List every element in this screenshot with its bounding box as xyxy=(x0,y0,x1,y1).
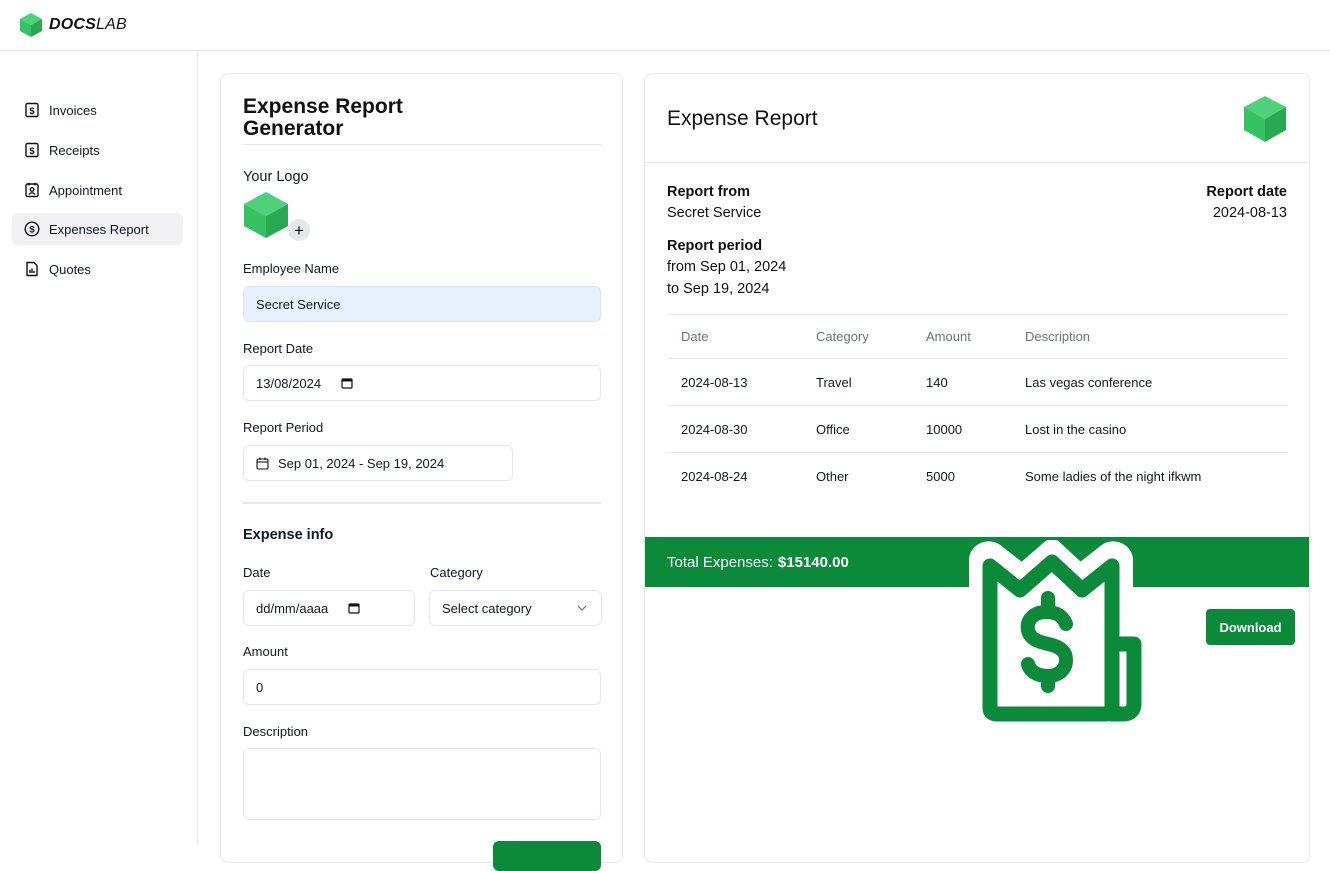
description-label: Description xyxy=(243,724,309,739)
sidebar-item-label: Invoices xyxy=(49,102,97,118)
report-preview-card: Expense Report Report from Secret Servic… xyxy=(644,73,1310,863)
sidebar-item-invoices[interactable]: $ Invoices xyxy=(12,94,183,126)
report-date-value: 13/08/2024 xyxy=(256,375,322,391)
logo-preview-image[interactable] xyxy=(243,191,289,239)
column-header-description: Description xyxy=(1025,329,1091,344)
expense-info-title: Expense info xyxy=(243,527,334,543)
table-header-row: Date Category Amount Description xyxy=(667,314,1288,358)
svg-text:$: $ xyxy=(29,146,35,157)
report-date-label: Report Date xyxy=(243,341,314,356)
report-period-value: Sep 01, 2024 - Sep 19, 2024 xyxy=(278,455,445,471)
sidebar-item-label: Expenses Report xyxy=(49,221,149,237)
employee-name-input[interactable]: Secret Service xyxy=(243,286,601,322)
category-select[interactable]: Select category xyxy=(429,590,602,626)
report-date-input[interactable]: 13/08/2024 xyxy=(243,365,601,401)
category-label: Category xyxy=(430,565,483,580)
cell-category: Other xyxy=(816,468,849,484)
table-row: 2024-08-24 Other 5000 Some ladies of the… xyxy=(667,452,1288,499)
receipt-dollar-icon: $ xyxy=(24,142,40,158)
form-title: Expense Report Generator xyxy=(243,95,403,140)
employee-name-value: Secret Service xyxy=(256,296,341,312)
cell-amount: 140 xyxy=(926,374,948,390)
amount-input[interactable]: 0 xyxy=(243,669,601,705)
your-logo-label: Your Logo xyxy=(243,169,309,185)
column-header-amount: Amount xyxy=(926,329,971,344)
cell-description: Some ladies of the night ifkwm xyxy=(1025,468,1202,484)
cell-category: Office xyxy=(816,421,850,437)
top-bar: DOCSLAB xyxy=(0,0,1330,51)
plus-icon: + xyxy=(294,220,304,240)
expense-date-label: Date xyxy=(243,565,271,580)
appointment-badge-icon xyxy=(24,182,40,198)
sidebar-item-expenses-report[interactable]: $ Expenses Report xyxy=(12,213,183,245)
brand-name: DOCSLAB xyxy=(49,16,127,33)
employee-name-label: Employee Name xyxy=(243,261,340,276)
cell-description: Lost in the casino xyxy=(1025,421,1127,437)
invoice-dollar-icon: $ xyxy=(24,102,40,118)
cell-date: 2024-08-24 xyxy=(681,468,748,484)
calendar-icon xyxy=(256,457,269,470)
sidebar-item-receipts[interactable]: $ Receipts xyxy=(12,134,183,166)
sidebar-item-label: Receipts xyxy=(49,142,100,158)
brand-logo[interactable]: DOCSLAB xyxy=(19,12,127,38)
svg-text:$: $ xyxy=(29,106,35,117)
report-period-picker[interactable]: Sep 01, 2024 - Sep 19, 2024 xyxy=(243,445,513,481)
cell-amount: 10000 xyxy=(926,421,963,437)
report-period-to: to Sep 19, 2024 xyxy=(667,281,770,297)
description-textarea[interactable] xyxy=(243,748,601,820)
total-value: $15140.00 xyxy=(777,553,849,571)
table-row: 2024-08-13 Travel 140 Las vegas conferen… xyxy=(667,358,1288,405)
report-from-value: Secret Service xyxy=(667,205,762,221)
cell-description: Las vegas conference xyxy=(1025,374,1153,390)
report-period-label: Report period xyxy=(667,238,763,254)
report-from-label: Report from xyxy=(667,184,750,200)
sidebar-item-label: Quotes xyxy=(49,261,91,277)
generator-form-card: Expense Report Generator Your Logo + Emp… xyxy=(220,73,623,871)
receipt-dollar-overlay-icon xyxy=(969,540,1149,728)
quote-chart-icon xyxy=(24,261,40,277)
report-date-value: 2024-08-13 xyxy=(1212,205,1287,221)
download-button[interactable]: Download xyxy=(1206,609,1295,645)
sidebar-item-appointment[interactable]: Appointment xyxy=(12,174,183,206)
svg-text:$: $ xyxy=(29,225,35,236)
calendar-icon[interactable] xyxy=(341,377,353,389)
amount-label: Amount xyxy=(243,644,288,659)
calendar-icon[interactable] xyxy=(348,602,360,614)
dollar-circle-icon: $ xyxy=(24,221,40,237)
table-row: 2024-08-30 Office 10000 Lost in the casi… xyxy=(667,405,1288,452)
title-divider xyxy=(243,144,601,145)
amount-value: 0 xyxy=(256,679,264,695)
report-logo-image xyxy=(1244,96,1286,142)
cell-date: 2024-08-30 xyxy=(681,421,748,437)
total-label: Total Expenses: xyxy=(667,553,773,571)
column-header-date: Date xyxy=(681,329,709,344)
section-divider xyxy=(243,502,601,504)
column-header-category: Category xyxy=(816,329,869,344)
expenses-table: Date Category Amount Description 2024-08… xyxy=(667,314,1288,499)
report-period-from: from Sep 01, 2024 xyxy=(667,259,787,275)
cell-amount: 5000 xyxy=(926,468,955,484)
chevron-down-icon xyxy=(577,605,587,611)
cube-logo-icon xyxy=(20,13,42,37)
category-placeholder: Select category xyxy=(442,600,532,616)
sidebar-item-label: Appointment xyxy=(49,182,122,198)
sidebar: $ Invoices $ Receipts Appointment $ Expe… xyxy=(0,51,198,846)
report-title: Expense Report xyxy=(667,107,818,130)
report-period-label: Report Period xyxy=(243,420,324,435)
report-header-divider xyxy=(645,162,1309,163)
report-date-label: Report date xyxy=(1206,184,1287,200)
sidebar-item-quotes[interactable]: Quotes xyxy=(12,253,183,285)
expense-date-input[interactable]: dd/mm/aaaa xyxy=(243,590,415,626)
add-logo-button[interactable]: + xyxy=(288,219,310,241)
expense-date-placeholder: dd/mm/aaaa xyxy=(256,600,329,616)
cell-date: 2024-08-13 xyxy=(681,374,748,390)
cell-category: Travel xyxy=(816,374,852,390)
